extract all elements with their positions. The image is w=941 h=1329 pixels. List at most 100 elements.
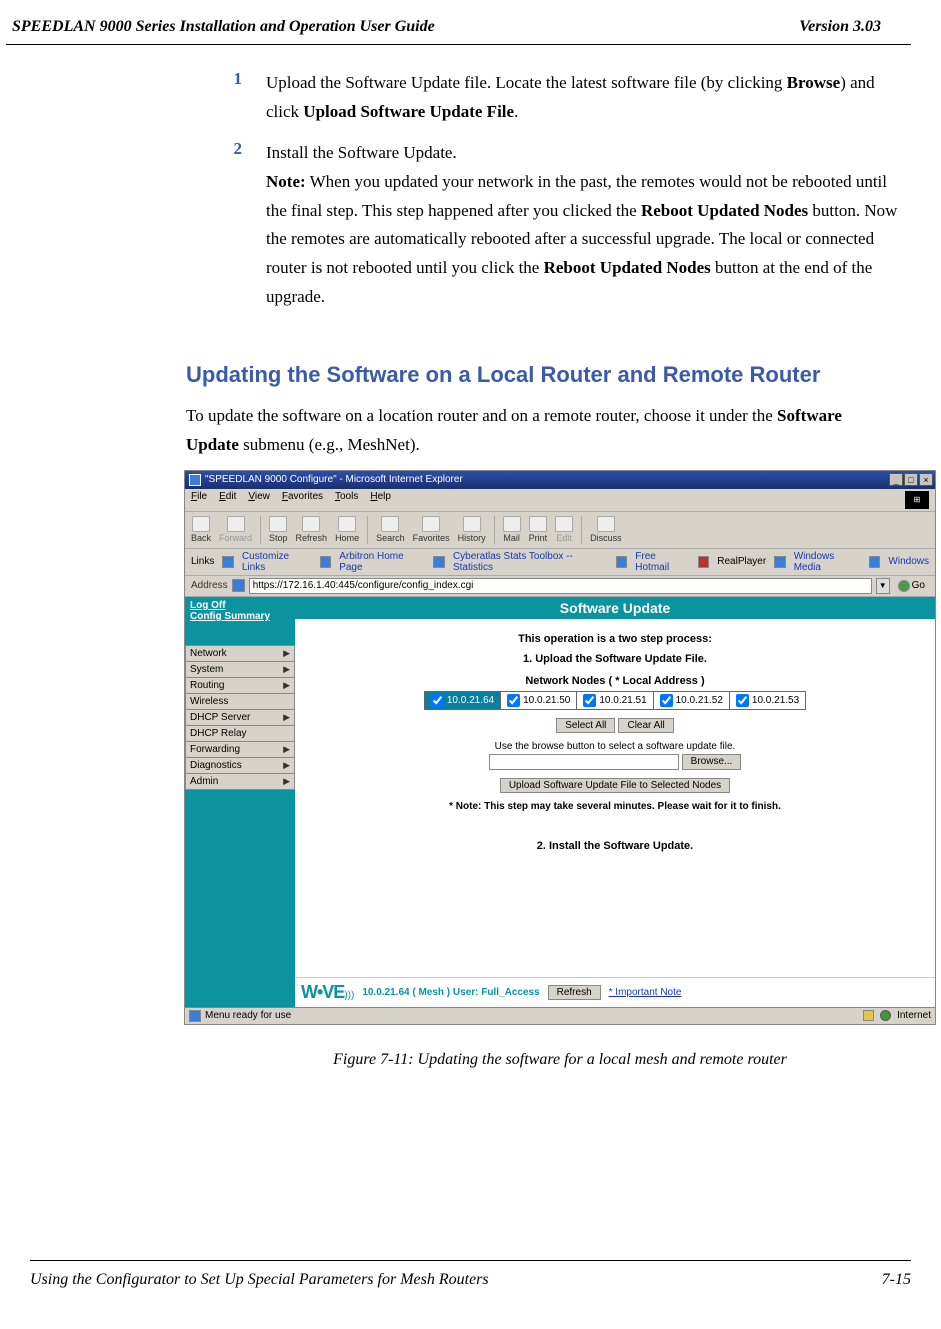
link-cyberatlas[interactable]: Cyberatlas Stats Toolbox -- Statistics bbox=[453, 551, 608, 573]
page-header: SPEEDLAN 9000 Series Installation and Op… bbox=[6, 0, 911, 45]
app-body: Log Off Config Summary Network▶ System▶ … bbox=[185, 597, 935, 1007]
node-checkbox[interactable] bbox=[583, 694, 596, 707]
figure-caption: Figure 7-11: Updating the software for a… bbox=[184, 1051, 936, 1069]
browse-prompt: Use the browse button to select a softwa… bbox=[305, 741, 925, 752]
home-button[interactable]: Home bbox=[335, 516, 359, 543]
clear-all-button[interactable]: Clear All bbox=[618, 718, 673, 733]
menu-edit[interactable]: Edit bbox=[219, 491, 236, 509]
menu-file[interactable]: File bbox=[191, 491, 207, 509]
sidebar-item-dhcp-server[interactable]: DHCP Server ▶ bbox=[185, 709, 295, 725]
menu-bar: File Edit View Favorites Tools Help ⊞ bbox=[185, 489, 935, 512]
favorites-button[interactable]: Favorites bbox=[413, 516, 450, 543]
history-icon bbox=[463, 516, 481, 532]
step2-heading: 2. Install the Software Update. bbox=[305, 840, 925, 852]
node-checkbox[interactable] bbox=[507, 694, 520, 707]
file-row: Browse... bbox=[305, 754, 925, 770]
text-fragment: To update the software on a location rou… bbox=[186, 406, 777, 425]
node-checkbox[interactable] bbox=[431, 694, 444, 707]
upload-button[interactable]: Upload Software Update File to Selected … bbox=[500, 778, 730, 793]
sidebar-item-diagnostics[interactable]: Diagnostics▶ bbox=[185, 757, 295, 773]
node-cell[interactable]: 10.0.21.50 bbox=[501, 691, 577, 709]
toolbar-label: Forward bbox=[219, 533, 252, 543]
chevron-right-icon: ▶ bbox=[283, 776, 290, 787]
chevron-right-icon: ▶ bbox=[283, 760, 290, 771]
node-cell[interactable]: 10.0.21.52 bbox=[653, 691, 729, 709]
back-button[interactable]: Back bbox=[191, 516, 211, 543]
close-button[interactable]: × bbox=[919, 473, 933, 486]
refresh-toolbar-button[interactable]: Refresh bbox=[296, 516, 328, 543]
sidebar-item-routing[interactable]: Routing▶ bbox=[185, 677, 295, 693]
edit-button[interactable]: Edit bbox=[555, 516, 573, 543]
link-windows[interactable]: Windows bbox=[888, 556, 929, 567]
globe-icon bbox=[880, 1010, 891, 1021]
sidebar-item-label: DHCP Server bbox=[190, 712, 250, 723]
ie-link-icon bbox=[222, 556, 234, 568]
go-icon bbox=[898, 580, 910, 592]
sidebar: Log Off Config Summary Network▶ System▶ … bbox=[185, 597, 295, 1007]
maximize-button[interactable]: □ bbox=[904, 473, 918, 486]
history-button[interactable]: History bbox=[458, 516, 486, 543]
link-realplayer[interactable]: RealPlayer bbox=[717, 556, 766, 567]
sidebar-item-label: Admin bbox=[190, 776, 218, 787]
select-buttons-row: Select All Clear All bbox=[305, 718, 925, 733]
menu-view[interactable]: View bbox=[248, 491, 270, 509]
text-line: Install the Software Update. bbox=[266, 143, 457, 162]
important-note-link[interactable]: * Important Note bbox=[609, 987, 682, 998]
mail-button[interactable]: Mail bbox=[503, 516, 521, 543]
sidebar-item-dhcp-relay[interactable]: DHCP Relay bbox=[185, 725, 295, 741]
node-checkbox[interactable] bbox=[736, 694, 749, 707]
sidebar-item-admin[interactable]: Admin ▶ bbox=[185, 773, 295, 790]
minimize-button[interactable]: _ bbox=[889, 473, 903, 486]
item-number: 1 bbox=[226, 69, 242, 127]
link-windows-media[interactable]: Windows Media bbox=[794, 551, 861, 573]
sidebar-config-summary[interactable]: Config Summary bbox=[190, 611, 290, 622]
link-hotmail[interactable]: Free Hotmail bbox=[635, 551, 689, 573]
window-titlebar: "SPEEDLAN 9000 Configure" - Microsoft In… bbox=[185, 471, 935, 489]
sidebar-item-system[interactable]: System▶ bbox=[185, 661, 295, 677]
intro-text: This operation is a two step process: bbox=[305, 633, 925, 645]
sidebar-item-label: Wireless bbox=[190, 696, 228, 707]
go-label: Go bbox=[912, 580, 925, 591]
address-dropdown-icon[interactable]: ▼ bbox=[876, 578, 890, 594]
stop-button[interactable]: Stop bbox=[269, 516, 288, 543]
links-label: Links bbox=[191, 556, 214, 567]
file-path-input[interactable] bbox=[489, 754, 679, 770]
footer-right: 7-15 bbox=[882, 1271, 911, 1289]
sidebar-fill bbox=[185, 790, 295, 1007]
chevron-right-icon: ▶ bbox=[283, 712, 290, 723]
sidebar-item-network[interactable]: Network▶ bbox=[185, 645, 295, 661]
menu-favorites[interactable]: Favorites bbox=[282, 491, 323, 509]
search-button[interactable]: Search bbox=[376, 516, 405, 543]
browse-button[interactable]: Browse... bbox=[682, 754, 742, 770]
node-cell-local[interactable]: 10.0.21.64 bbox=[424, 691, 500, 709]
select-all-button[interactable]: Select All bbox=[556, 718, 615, 733]
node-cell[interactable]: 10.0.21.51 bbox=[577, 691, 653, 709]
toolbar-label: History bbox=[458, 533, 486, 543]
toolbar-label: Home bbox=[335, 533, 359, 543]
node-ip: 10.0.21.50 bbox=[523, 695, 570, 706]
menu-help[interactable]: Help bbox=[370, 491, 391, 509]
forward-button[interactable]: Forward bbox=[219, 516, 252, 543]
discuss-button[interactable]: Discuss bbox=[590, 516, 622, 543]
section-heading: Updating the Software on a Local Router … bbox=[186, 362, 905, 388]
forward-icon bbox=[227, 516, 245, 532]
link-customize[interactable]: Customize Links bbox=[242, 551, 312, 573]
window-controls: _ □ × bbox=[889, 473, 933, 486]
sidebar-item-forwarding[interactable]: Forwarding▶ bbox=[185, 741, 295, 757]
sidebar-logoff[interactable]: Log Off bbox=[190, 600, 290, 611]
toolbar-label: Search bbox=[376, 533, 405, 543]
address-input[interactable] bbox=[249, 578, 872, 594]
node-checkbox[interactable] bbox=[660, 694, 673, 707]
go-button[interactable]: Go bbox=[894, 580, 929, 592]
node-cell[interactable]: 10.0.21.53 bbox=[729, 691, 805, 709]
ie-link-icon bbox=[616, 556, 628, 568]
wave-paren-icon: ))) bbox=[344, 990, 354, 1001]
ie-app-icon bbox=[189, 474, 201, 486]
toolbar-label: Back bbox=[191, 533, 211, 543]
doc-title: SPEEDLAN 9000 Series Installation and Op… bbox=[12, 18, 435, 36]
print-button[interactable]: Print bbox=[529, 516, 548, 543]
link-arbitron[interactable]: Arbitron Home Page bbox=[339, 551, 425, 573]
refresh-page-button[interactable]: Refresh bbox=[548, 985, 601, 1000]
sidebar-item-wireless[interactable]: Wireless bbox=[185, 693, 295, 709]
menu-tools[interactable]: Tools bbox=[335, 491, 358, 509]
